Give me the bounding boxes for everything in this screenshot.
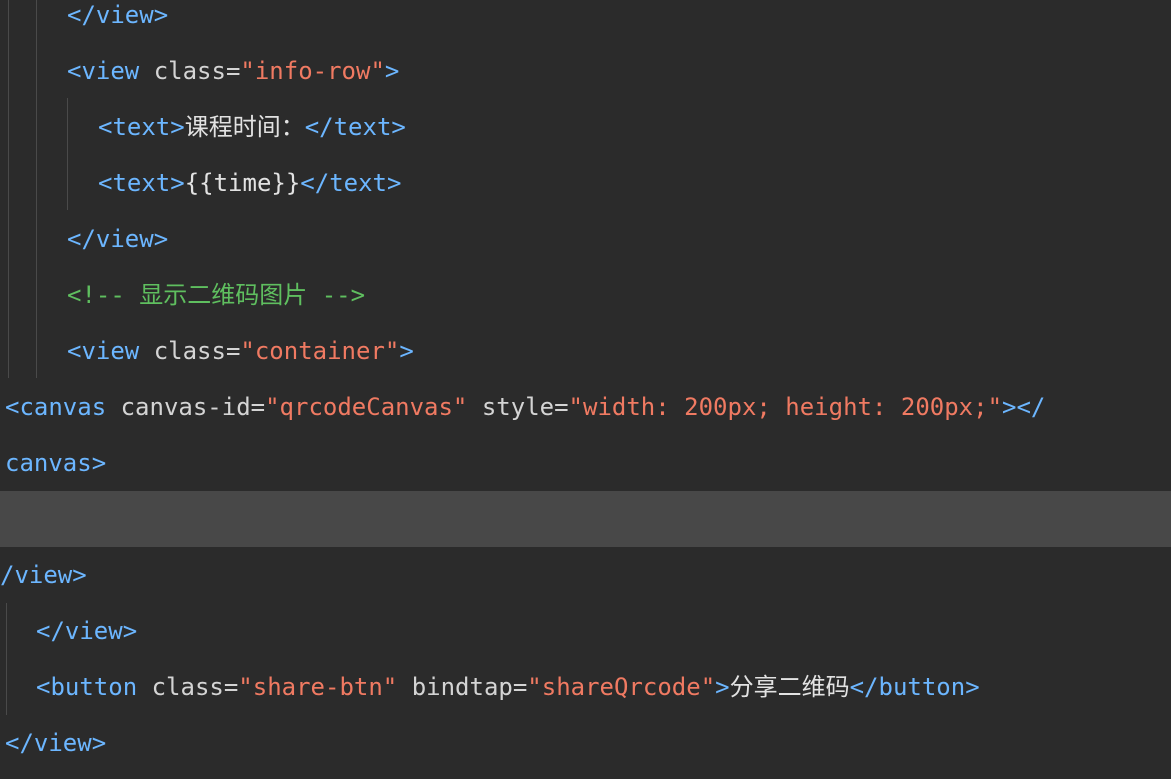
code-token: </view> [67, 225, 169, 253]
code-token: --> [307, 281, 366, 309]
code-token: > [399, 337, 414, 365]
code-token: 显示二维码图片 [139, 281, 308, 309]
code-token: bindtap= [397, 673, 528, 701]
code-line[interactable]: /view> [0, 547, 1171, 603]
code-line[interactable]: <button class="share-btn" bindtap="share… [0, 659, 1171, 715]
code-editor[interactable]: </view> <view class="info-row"> <text>课程… [0, 0, 1171, 779]
code-token: "container" [240, 337, 400, 365]
code-token: 课程时间： [184, 113, 305, 141]
code-line[interactable]: <canvas canvas-id="qrcodeCanvas" style="… [0, 379, 1171, 435]
code-line[interactable]: <text>{{time}}</text> [0, 155, 1171, 211]
code-token: </view> [5, 729, 107, 757]
code-token: /view> [0, 561, 87, 589]
code-token: > [384, 57, 400, 85]
code-token: </button> [849, 673, 980, 701]
code-token: </text> [304, 113, 406, 141]
code-line[interactable]: <view class="container"> [0, 323, 1171, 379]
code-token: "width: 200px; height: 200px;" [568, 393, 1003, 421]
code-line[interactable]: </view> [0, 715, 1171, 771]
code-line[interactable]: </view> [0, 0, 1171, 43]
code-token: style= [467, 393, 569, 421]
code-line[interactable]: <!-- 显示二维码图片 --> [0, 267, 1171, 323]
code-token: </text> [300, 169, 402, 197]
code-line[interactable]: <view class="info-row"> [0, 43, 1171, 99]
code-token: <button [36, 673, 152, 701]
code-token: {{time}} [184, 169, 301, 197]
code-token: <text> [98, 113, 185, 141]
code-token: <view [67, 57, 154, 85]
code-token: "qrcodeCanvas" [265, 393, 468, 421]
code-line[interactable]: canvas> [0, 435, 1171, 491]
code-token: <view [67, 337, 154, 365]
code-token: canvas> [5, 449, 107, 477]
code-line[interactable]: <text>课程时间：</text> [0, 99, 1171, 155]
code-token: ></ [1002, 393, 1046, 421]
code-token: class= [151, 673, 239, 701]
current-line-highlight[interactable] [0, 491, 1171, 547]
code-token: </view> [36, 617, 138, 645]
code-line[interactable]: </view> [0, 603, 1171, 659]
code-token: canvas-id= [120, 393, 266, 421]
code-token: </view> [67, 1, 169, 29]
code-token: class= [153, 57, 241, 85]
code-token: <canvas [5, 393, 121, 421]
code-token: class= [153, 337, 241, 365]
code-token: 分享二维码 [729, 673, 850, 701]
code-token: "share-btn" [238, 673, 398, 701]
code-token: "shareQrcode" [527, 673, 716, 701]
code-token: "info-row" [240, 57, 385, 85]
code-token: <text> [98, 169, 185, 197]
code-token: > [715, 673, 730, 701]
code-line[interactable]: </view> [0, 211, 1171, 267]
code-token: <!-- [67, 281, 140, 309]
